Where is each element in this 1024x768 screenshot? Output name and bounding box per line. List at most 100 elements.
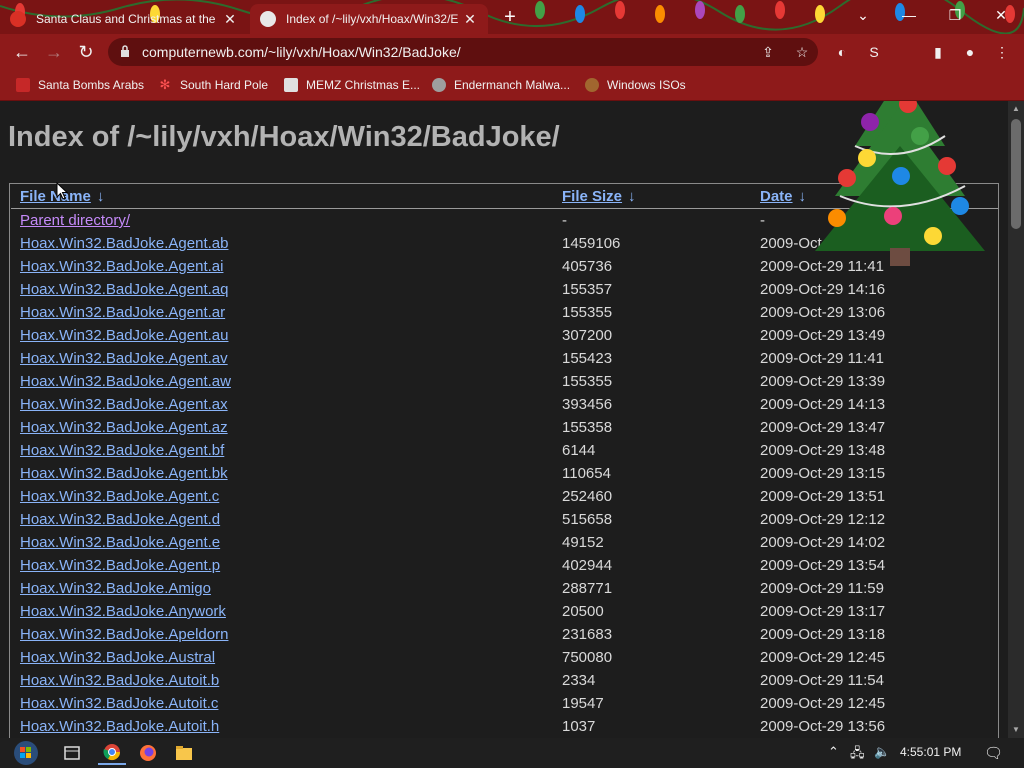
extension-s-icon[interactable]: S [864, 42, 884, 62]
menu-kebab-icon[interactable]: ⋮ [992, 42, 1012, 62]
file-link[interactable]: Hoax.Win32.BadJoke.Agent.e [20, 534, 220, 551]
file-size-cell: - [562, 212, 567, 229]
file-link[interactable]: Hoax.Win32.BadJoke.Agent.aw [20, 373, 231, 390]
new-tab-button[interactable]: + [500, 6, 520, 28]
parent-directory-link[interactable]: Parent directory/ [20, 212, 130, 229]
date-cell: 2009-Oct-29 14:16 [760, 281, 886, 298]
task-view-icon[interactable] [58, 741, 86, 765]
file-link[interactable]: Hoax.Win32.BadJoke.Autoit.h [20, 718, 219, 735]
date-cell: 2009-Oct-29 13:54 [760, 557, 886, 574]
file-explorer-icon[interactable] [170, 741, 198, 765]
address-bar[interactable]: computernewb.com/~lily/vxh/Hoax/Win32/Ba… [108, 38, 818, 66]
restore-icon[interactable]: ❐ [932, 0, 978, 30]
tab-santa-claus[interactable]: Santa Claus and Christmas at the ✕ [0, 4, 248, 34]
file-link[interactable]: Hoax.Win32.BadJoke.Agent.ab [20, 235, 228, 252]
file-name-cell: Hoax.Win32.BadJoke.Autoit.h [11, 715, 552, 738]
share-icon[interactable]: ⇪ [758, 42, 778, 62]
tab-search-icon[interactable]: ⌄ [840, 0, 886, 30]
sort-by-size-link[interactable]: File Size [562, 188, 622, 205]
vertical-scrollbar[interactable]: ▲ ▼ [1008, 101, 1024, 738]
file-link[interactable]: Hoax.Win32.BadJoke.Agent.c [20, 488, 219, 505]
file-name-cell: Hoax.Win32.BadJoke.Agent.c [11, 485, 552, 508]
minimize-icon[interactable]: — [886, 0, 932, 30]
sort-by-date-link[interactable]: Date [760, 188, 793, 205]
table-row: Hoax.Win32.BadJoke.Anywork 20500 2009-Oct-… [11, 600, 998, 623]
url-text[interactable]: computernewb.com/~lily/vxh/Hoax/Win32/Ba… [142, 38, 461, 66]
file-link[interactable]: Hoax.Win32.BadJoke.Agent.bf [20, 442, 224, 459]
close-tab-icon[interactable]: ✕ [462, 11, 478, 28]
start-button[interactable] [8, 741, 44, 765]
file-link[interactable]: Hoax.Win32.BadJoke.Agent.aq [20, 281, 228, 298]
santa-icon [16, 78, 30, 92]
reload-icon[interactable]: ↻ [74, 40, 98, 64]
file-link[interactable]: Hoax.Win32.BadJoke.Agent.av [20, 350, 228, 367]
file-link[interactable]: Hoax.Win32.BadJoke.Agent.p [20, 557, 220, 574]
tab-title: Santa Claus and Christmas at the [36, 12, 216, 26]
bookmark-item[interactable]: Endermanch Malwa... [432, 76, 570, 94]
site-favicon-icon [260, 11, 276, 27]
profile-avatar-icon[interactable]: ● [960, 42, 980, 62]
table-row: Hoax.Win32.BadJoke.Austral 750080 2009-Oct… [11, 646, 998, 669]
file-name-cell: Hoax.Win32.BadJoke.Agent.d [11, 508, 552, 531]
file-link[interactable]: Hoax.Win32.BadJoke.Agent.d [20, 511, 220, 528]
forward-icon[interactable]: → [42, 40, 66, 64]
table-row: Hoax.Win32.BadJoke.Amigo 288771 2009-Oct-2… [11, 577, 998, 600]
back-icon[interactable]: ← [10, 40, 34, 64]
file-link[interactable]: Hoax.Win32.BadJoke.Autoit.b [20, 672, 219, 689]
file-link[interactable]: Hoax.Win32.BadJoke.Agent.au [20, 327, 228, 344]
raccoon-icon [432, 78, 446, 92]
chrome-icon[interactable] [98, 741, 126, 765]
file-name-cell: Parent directory/ [11, 209, 552, 233]
table-row: Hoax.Win32.BadJoke.Agent.p 402944 2009-Oct… [11, 554, 998, 577]
notifications-icon[interactable]: 🗨 [984, 744, 1003, 762]
close-tab-icon[interactable]: ✕ [222, 11, 238, 28]
file-size-cell: 6144 [562, 442, 596, 459]
taskbar-clock[interactable]: 4:55:01 PM [900, 745, 961, 759]
bookmark-item[interactable]: MEMZ Christmas E... [284, 76, 420, 94]
extension-flag-icon[interactable]: ◐ [832, 42, 852, 62]
bookmark-item[interactable]: Santa Bombs Arabs [16, 76, 144, 94]
bookmark-star-icon[interactable]: ☆ [792, 42, 812, 62]
file-link[interactable]: Hoax.Win32.BadJoke.Agent.ar [20, 304, 225, 321]
file-link[interactable]: Hoax.Win32.BadJoke.Apeldorn [20, 626, 228, 643]
file-link[interactable]: Hoax.Win32.BadJoke.Anywork [20, 603, 226, 620]
column-header-file-name[interactable]: File Name ↓ [11, 184, 552, 209]
table-row: Hoax.Win32.BadJoke.Agent.aq 155357 2009-Oc… [11, 278, 998, 301]
close-window-icon[interactable]: ✕ [978, 0, 1024, 30]
column-header-file-size[interactable]: File Size ↓ [552, 184, 750, 209]
file-link[interactable]: Hoax.Win32.BadJoke.Agent.ai [20, 258, 223, 275]
file-name-cell: Hoax.Win32.BadJoke.Agent.e [11, 531, 552, 554]
file-name-cell: Hoax.Win32.BadJoke.Agent.aq [11, 278, 552, 301]
file-link[interactable]: Hoax.Win32.BadJoke.Agent.ax [20, 396, 228, 413]
file-link[interactable]: Hoax.Win32.BadJoke.Autoit.c [20, 695, 218, 712]
sort-arrow-icon[interactable]: ↓ [97, 188, 105, 205]
bookmark-item[interactable]: Windows ISOs [585, 76, 686, 94]
tab-index-of[interactable]: Index of /~lily/vxh/Hoax/Win32/E ✕ [250, 4, 488, 34]
file-name-cell: Hoax.Win32.BadJoke.Agent.ai [11, 255, 552, 278]
scrollbar-thumb[interactable] [1011, 119, 1021, 229]
side-panel-icon[interactable]: ▮ [928, 42, 948, 62]
firefox-icon[interactable] [134, 741, 162, 765]
file-link[interactable]: Hoax.Win32.BadJoke.Agent.bk [20, 465, 228, 482]
scroll-down-icon[interactable]: ▼ [1008, 722, 1024, 738]
file-size-cell: 155358 [562, 419, 613, 436]
file-link[interactable]: Hoax.Win32.BadJoke.Agent.az [20, 419, 228, 436]
scroll-up-icon[interactable]: ▲ [1008, 101, 1024, 117]
volume-icon[interactable]: 🔈 [874, 744, 890, 760]
file-size-cell: 405736 [562, 258, 613, 275]
bookmark-item[interactable]: ✻ South Hard Pole [158, 76, 268, 94]
date-cell: 2009-Oct-29 12:45 [760, 695, 886, 712]
file-link[interactable]: Hoax.Win32.BadJoke.Amigo [20, 580, 211, 597]
file-size-cell: 49152 [562, 534, 604, 551]
file-size-cell: 155357 [562, 281, 613, 298]
file-size-cell: 402944 [562, 557, 613, 574]
file-link[interactable]: Hoax.Win32.BadJoke.Austral [20, 649, 215, 666]
sort-arrow-icon[interactable]: ↓ [628, 188, 636, 205]
lock-icon [121, 45, 129, 57]
network-icon[interactable]: 🖧 [850, 744, 865, 766]
table-row: Hoax.Win32.BadJoke.Autoit.h 1037 2009-Oct-… [11, 715, 998, 738]
windows-logo-icon [14, 741, 38, 765]
show-hidden-icons-icon[interactable]: ⌃ [828, 744, 839, 760]
date-cell: 2009-Oct-29 12:12 [760, 511, 886, 528]
sort-arrow-icon[interactable]: ↓ [799, 188, 807, 205]
